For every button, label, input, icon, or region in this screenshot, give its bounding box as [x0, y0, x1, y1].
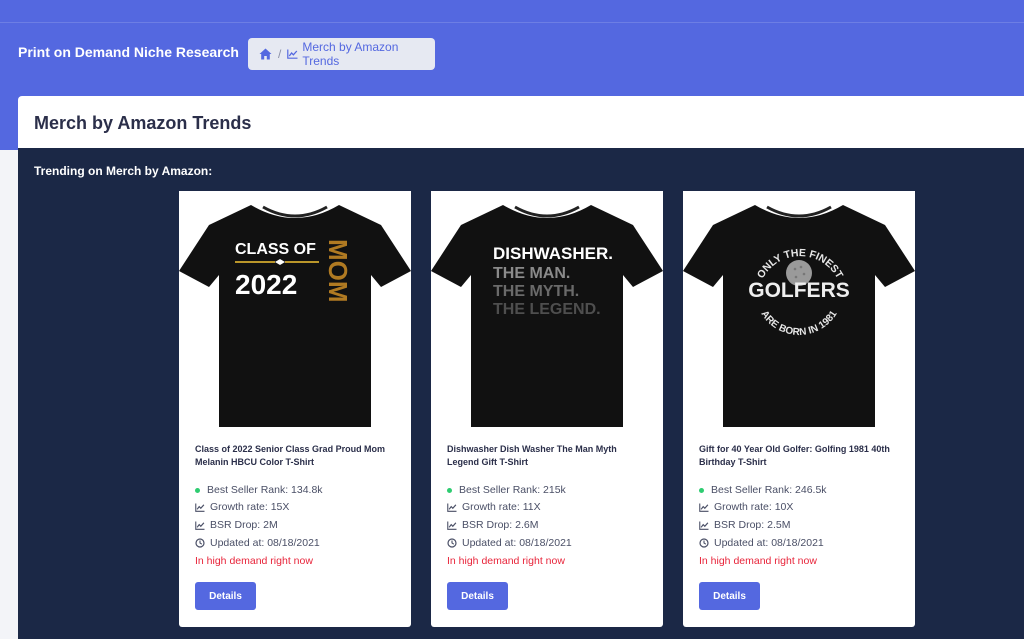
bsr-drop: BSR Drop: 2.6M — [447, 519, 538, 531]
chart-line-icon — [699, 520, 709, 530]
growth-rate: Growth rate: 11X — [447, 501, 541, 513]
page-title: Merch by Amazon Trends — [34, 113, 252, 133]
details-button[interactable]: Details — [699, 582, 760, 610]
history-icon — [195, 538, 205, 548]
updated-at: Updated at: 08/18/2021 — [699, 537, 824, 549]
growth-rate-value: Growth rate: 11X — [462, 501, 541, 513]
best-seller-rank-value: Best Seller Rank: 134.8k — [207, 484, 323, 496]
section-title: Trending on Merch by Amazon: — [34, 164, 213, 178]
growth-rate-value: Growth rate: 10X — [714, 501, 794, 513]
product-name[interactable]: Gift for 40 Year Old Golfer: Golfing 198… — [699, 443, 903, 469]
updated-at-value: Updated at: 08/18/2021 — [714, 537, 824, 549]
updated-at-value: Updated at: 08/18/2021 — [210, 537, 320, 549]
product-image[interactable]: CLASS OF 2022 MOM — [179, 191, 411, 431]
shirt-text: THE MYTH. — [493, 283, 579, 300]
status-dot-icon — [447, 487, 452, 493]
growth-rate-value: Growth rate: 15X — [210, 501, 290, 513]
status-dot-icon — [699, 487, 704, 493]
product-name[interactable]: Dishwasher Dish Washer The Man Myth Lege… — [447, 443, 651, 469]
shirt-text: CLASS OF — [235, 241, 316, 258]
chart-line-icon — [447, 502, 457, 512]
shirt-text: THE LEGEND. — [493, 301, 601, 318]
breadcrumb-current[interactable]: Merch by Amazon Trends — [287, 40, 435, 68]
best-seller-rank: Best Seller Rank: 215k — [447, 484, 566, 496]
best-seller-rank-value: Best Seller Rank: 246.5k — [711, 484, 827, 496]
shirt-text: 2022 — [235, 269, 297, 300]
history-icon — [447, 538, 457, 548]
product-image[interactable]: ONLY THE FINEST GOLFERS ARE BORN IN 1981 — [683, 191, 915, 431]
bsr-drop-value: BSR Drop: 2.5M — [714, 519, 791, 531]
product-card: ONLY THE FINEST GOLFERS ARE BORN IN 1981… — [683, 191, 915, 627]
best-seller-rank-value: Best Seller Rank: 215k — [459, 484, 566, 496]
product-card: DISHWASHER. THE MAN. THE MYTH. THE LEGEN… — [431, 191, 663, 627]
shirt-text: MOM — [323, 239, 353, 303]
status-dot-icon — [195, 487, 200, 493]
header-divider — [0, 22, 1024, 23]
chart-line-icon — [195, 502, 205, 512]
chart-line-icon — [287, 49, 298, 59]
details-button[interactable]: Details — [195, 582, 256, 610]
details-button[interactable]: Details — [447, 582, 508, 610]
growth-rate: Growth rate: 15X — [195, 501, 289, 513]
breadcrumb-separator: / — [278, 47, 282, 61]
demand-status: In high demand right now — [447, 555, 565, 567]
page-header: Merch by Amazon Trends — [18, 96, 1024, 148]
history-icon — [699, 538, 709, 548]
shirt-text: DISHWASHER. — [493, 244, 613, 263]
demand-status: In high demand right now — [195, 555, 313, 567]
app-title: Print on Demand Niche Research — [18, 44, 239, 60]
home-icon[interactable] — [259, 48, 272, 60]
chart-line-icon — [447, 520, 457, 530]
chart-line-icon — [699, 502, 709, 512]
bsr-drop: BSR Drop: 2.5M — [699, 519, 790, 531]
product-card: CLASS OF 2022 MOM Class of 2022 Senior C… — [179, 191, 411, 627]
bsr-drop: BSR Drop: 2M — [195, 519, 278, 531]
breadcrumb: / Merch by Amazon Trends — [248, 38, 435, 70]
chart-line-icon — [195, 520, 205, 530]
updated-at: Updated at: 08/18/2021 — [195, 537, 320, 549]
updated-at-value: Updated at: 08/18/2021 — [462, 537, 572, 549]
updated-at: Updated at: 08/18/2021 — [447, 537, 572, 549]
bsr-drop-value: BSR Drop: 2.6M — [462, 519, 539, 531]
product-name[interactable]: Class of 2022 Senior Class Grad Proud Mo… — [195, 443, 399, 469]
breadcrumb-current-label: Merch by Amazon Trends — [302, 40, 399, 68]
best-seller-rank: Best Seller Rank: 134.8k — [195, 484, 323, 496]
bsr-drop-value: BSR Drop: 2M — [210, 519, 278, 531]
shirt-text: GOLFERS — [748, 279, 850, 302]
growth-rate: Growth rate: 10X — [699, 501, 793, 513]
shirt-text: THE MAN. — [493, 265, 570, 282]
demand-status: In high demand right now — [699, 555, 817, 567]
trending-panel: Trending on Merch by Amazon: CLASS OF 20… — [18, 148, 1024, 639]
best-seller-rank: Best Seller Rank: 246.5k — [699, 484, 827, 496]
product-image[interactable]: DISHWASHER. THE MAN. THE MYTH. THE LEGEN… — [431, 191, 663, 431]
